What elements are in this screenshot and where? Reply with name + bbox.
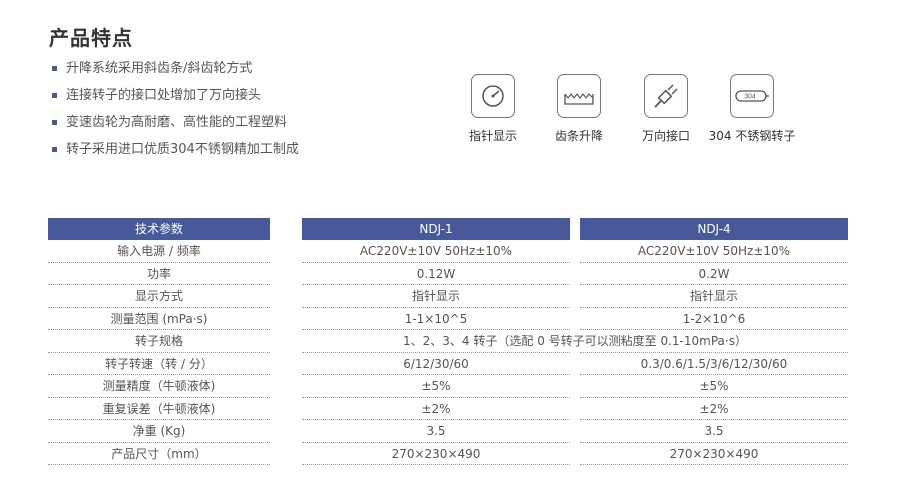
- table-row: 重复误差（牛顿液体) ±2% ±2%: [48, 398, 848, 420]
- ndj4-cell: 270×230×490: [669, 446, 759, 461]
- ndj4-cell: AC220V±10V 50Hz±10%: [637, 244, 791, 258]
- row-divider: [302, 464, 570, 465]
- param-cell: 净重 (Kg): [132, 424, 186, 438]
- feature-icon-item: 万向接口: [616, 74, 716, 144]
- icon-label: 指针显示: [468, 129, 517, 143]
- section-title: 产品特点: [49, 26, 133, 50]
- param-cell: 转子规格: [134, 334, 183, 348]
- icon-label: 304 不锈钢转子: [708, 129, 796, 143]
- icon-label: 齿条升降: [554, 129, 603, 143]
- icon-label: 万向接口: [641, 129, 690, 143]
- param-cell: 重复误差（牛顿液体): [102, 401, 216, 416]
- rotor-304-icon: 304: [730, 74, 774, 118]
- rotor-spec-cell: 1、2、3、4 转子（选配 0 号转子可以测粘度至 0.1-10mPa·s）: [403, 334, 747, 348]
- table-row: 测量精度（牛顿液体) ±5% ±5%: [48, 375, 848, 398]
- param-cell: 功率: [146, 266, 171, 281]
- ndj1-cell: 0.12W: [416, 266, 456, 281]
- row-divider: [48, 464, 270, 465]
- ndj4-cell: 指针显示: [689, 289, 738, 303]
- ndj1-cell: 6/12/30/60: [403, 356, 469, 371]
- table-header-ndj4: NDJ-4: [580, 218, 848, 240]
- ndj1-cell: 3.5: [426, 424, 446, 438]
- param-cell: 测量范围 (mPa·s): [110, 311, 208, 326]
- table-row: 功率 0.12W 0.2W: [48, 263, 848, 285]
- table-header-ndj1: NDJ-1: [302, 218, 570, 240]
- param-cell: 输入电源 / 频率: [117, 244, 201, 258]
- table-row: 转子规格 1、2、3、4 转子（选配 0 号转子可以测粘度至 0.1-10mPa…: [48, 330, 848, 353]
- ndj1-cell: ±5%: [421, 379, 451, 393]
- universal-joint-icon: [644, 74, 688, 118]
- ndj4-cell: ±5%: [699, 379, 729, 393]
- ndj4-cell: ±2%: [699, 401, 729, 416]
- param-cell: 显示方式: [134, 289, 183, 303]
- table-row: 测量范围 (mPa·s) 1-1×10^5 1-2×10^6: [48, 308, 848, 330]
- param-cell: 产品尺寸（mm）: [111, 446, 207, 461]
- table-row: 转子转速（转 / 分） 6/12/30/60 0.3/0.6/1.5/3/6/1…: [48, 353, 848, 375]
- table-row: 输入电源 / 频率 AC220V±10V 50Hz±10% AC220V±10V…: [48, 240, 848, 263]
- ndj4-cell: 0.3/0.6/1.5/3/6/12/30/60: [640, 356, 788, 371]
- row-divider: [580, 464, 848, 465]
- dial-pointer-icon: [471, 74, 515, 118]
- ndj4-cell: 3.5: [704, 424, 724, 438]
- ndj1-cell: AC220V±10V 50Hz±10%: [359, 244, 513, 258]
- ndj4-cell: 0.2W: [698, 266, 730, 281]
- table-row: 显示方式 指针显示 指针显示: [48, 285, 848, 308]
- ndj1-cell: ±2%: [421, 401, 451, 416]
- feature-icon-item: 齿条升降: [529, 74, 629, 144]
- ndj1-cell: 270×230×490: [391, 446, 481, 461]
- table-row: 产品尺寸（mm） 270×230×490 270×230×490: [48, 443, 848, 465]
- param-cell: 测量精度（牛顿液体): [102, 379, 216, 393]
- ndj1-cell: 1-1×10^5: [404, 311, 468, 326]
- param-cell: 转子转速（转 / 分）: [105, 356, 213, 371]
- table-row: 净重 (Kg) 3.5 3.5: [48, 420, 848, 443]
- rack-icon: [557, 74, 601, 118]
- table-header-param: 技术参数: [48, 218, 270, 240]
- ndj1-cell: 指针显示: [411, 289, 460, 303]
- ndj4-cell: 1-2×10^6: [682, 311, 746, 326]
- feature-icon-item: 304 304 不锈钢转子: [702, 74, 802, 144]
- feature-icons: 指针显示 齿条升降 万向接口 304 304 不锈钢转子: [0, 74, 900, 154]
- feature-icon-item: 指针显示: [443, 74, 543, 144]
- rotor-badge: 304: [744, 94, 756, 101]
